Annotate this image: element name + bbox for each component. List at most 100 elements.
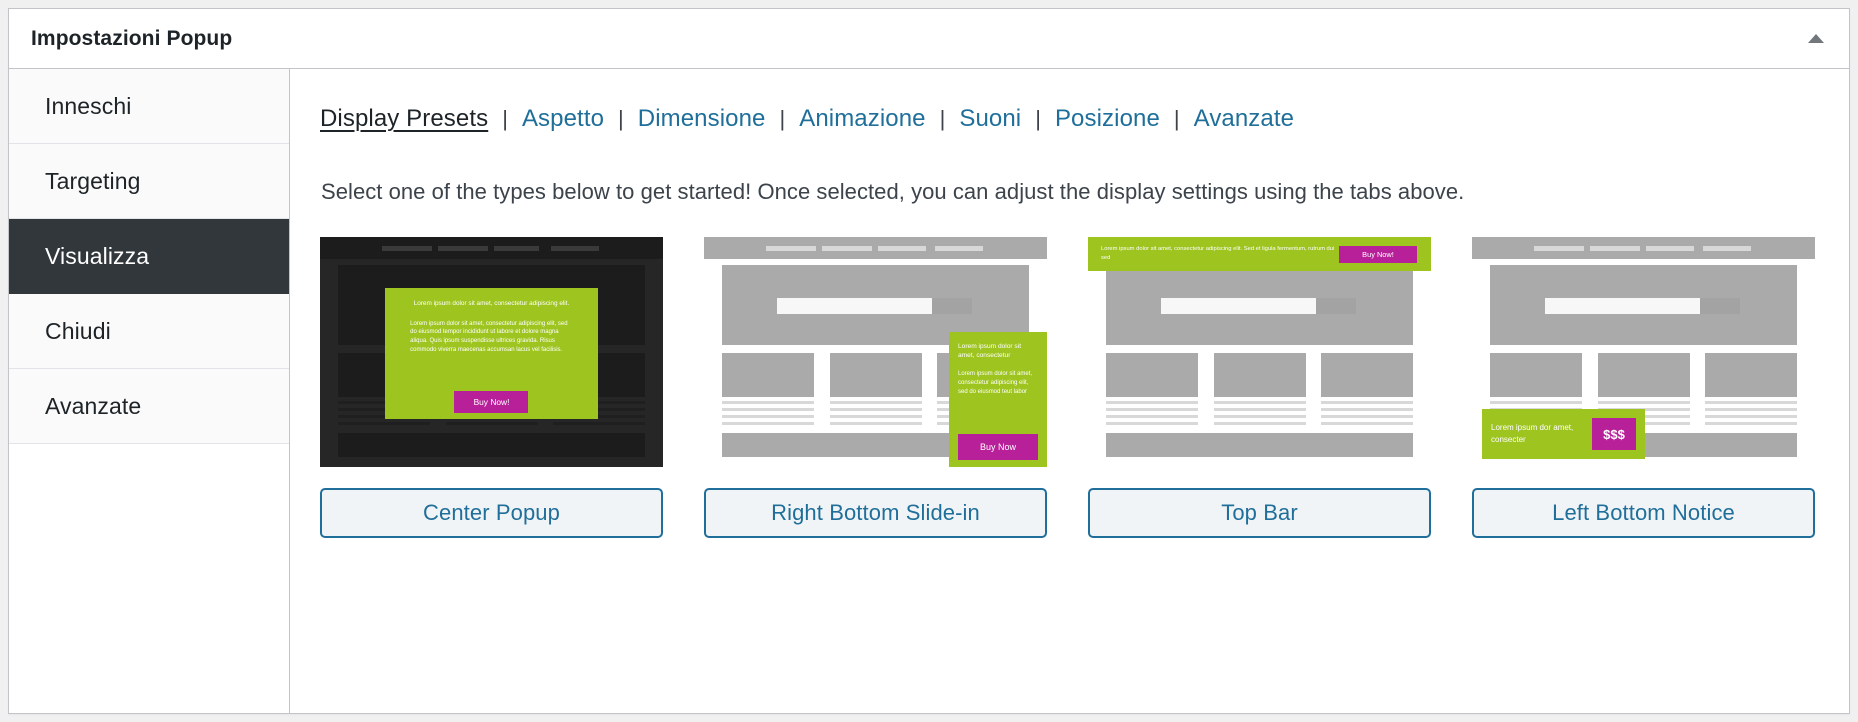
sidebar-item-avanzate[interactable]: Avanzate <box>9 369 289 444</box>
collapse-toggle-button[interactable] <box>1791 9 1841 67</box>
sidebar-item-label: Avanzate <box>45 392 142 419</box>
sidebar-item-label: Chiudi <box>45 317 111 344</box>
tab-animazione[interactable]: Animazione <box>799 105 925 133</box>
mockup-card <box>830 353 922 397</box>
mockup-line <box>1214 415 1306 418</box>
tab-separator: | <box>1173 106 1180 131</box>
mockup-hero <box>1490 265 1797 345</box>
mockup-nav-pill <box>1646 246 1694 251</box>
mockup-footer <box>1106 433 1413 457</box>
metabox-header: Impostazioni Popup <box>9 9 1849 69</box>
website-mockup: Lorem ipsum dor amet, consecter $$$ <box>1472 237 1815 467</box>
website-mockup: Lorem ipsum dolor sit amet, consectetur … <box>704 237 1047 467</box>
mockup-line <box>722 422 814 425</box>
mockup-line <box>1214 408 1306 411</box>
sidebar-item-targeting[interactable]: Targeting <box>9 144 289 219</box>
mockup-line <box>446 422 538 425</box>
preset-thumbnail[interactable]: Lorem ipsum dolor sit amet, consectetur … <box>704 237 1047 467</box>
mockup-line <box>830 415 922 418</box>
popup-heading: Lorem ipsum dolor sit amet, consectetur <box>958 343 1022 360</box>
tab-posizione[interactable]: Posizione <box>1055 105 1160 133</box>
select-preset-right-bottom-slide-in-button[interactable]: Right Bottom Slide-in <box>704 488 1047 538</box>
tab-separator: | <box>502 106 508 131</box>
settings-sidebar: Inneschi Targeting Visualizza Chiudi Ava… <box>9 69 290 713</box>
website-mockup: Lorem ipsum dolor sit amet, consectetur … <box>320 237 663 467</box>
mockup-nav-pill <box>551 246 599 251</box>
mockup-line <box>1705 408 1797 411</box>
mockup-navbar <box>1472 237 1815 259</box>
sidebar-item-chiudi[interactable]: Chiudi <box>9 294 289 369</box>
mockup-line <box>1705 401 1797 404</box>
mockup-text-lines <box>1705 401 1797 429</box>
tab-suoni[interactable]: Suoni <box>959 105 1021 133</box>
mockup-line <box>1321 401 1413 404</box>
mockup-line <box>1106 422 1198 425</box>
tab-separator: | <box>1035 106 1041 131</box>
mockup-nav-pill <box>935 246 983 251</box>
preset-thumbnail[interactable]: Lorem ipsum dolor sit amet, consectetur … <box>320 237 663 467</box>
popup-body: Lorem ipsum dolor sit amet, consectetur … <box>410 320 568 353</box>
tab-display-presets[interactable]: Display Presets <box>320 105 488 133</box>
popup-cta-button: Buy Now <box>958 434 1038 460</box>
mockup-text-lines <box>1321 401 1413 429</box>
mockup-nav-pill <box>382 246 432 251</box>
mockup-card <box>1705 353 1797 397</box>
popup-preview-center: Lorem ipsum dolor sit amet, consectetur … <box>385 287 598 419</box>
caret-up-icon <box>1808 33 1824 43</box>
tab-dimensione[interactable]: Dimensione <box>638 105 766 133</box>
mockup-line <box>1321 408 1413 411</box>
tab-avanzate[interactable]: Avanzate <box>1194 105 1294 133</box>
mockup-card <box>1214 353 1306 397</box>
select-preset-top-bar-button[interactable]: Top Bar <box>1088 488 1431 538</box>
mockup-line <box>830 401 922 404</box>
mockup-line <box>1106 415 1198 418</box>
mockup-line <box>1106 401 1198 404</box>
popup-heading: Lorem ipsum dor amet, consecter <box>1491 423 1574 444</box>
popup-preview-slide-in: Lorem ipsum dolor sit amet, consectetur … <box>949 332 1047 467</box>
settings-content: Display Presets | Aspetto | Dimensione |… <box>290 69 1849 713</box>
mockup-line <box>553 422 645 425</box>
tab-separator: | <box>618 106 624 131</box>
tab-aspetto[interactable]: Aspetto <box>522 105 604 133</box>
select-preset-left-bottom-notice-button[interactable]: Left Bottom Notice <box>1472 488 1815 538</box>
popup-body: Lorem ipsum dolor sit amet, consectetur … <box>958 371 1033 396</box>
mockup-navbar <box>320 237 663 259</box>
select-preset-center-popup-button[interactable]: Center Popup <box>320 488 663 538</box>
metabox-body: Inneschi Targeting Visualizza Chiudi Ava… <box>9 69 1849 713</box>
preset-thumbnail[interactable]: Lorem ipsum dolor sit amet, consectetur … <box>1088 237 1431 467</box>
mockup-nav-pill <box>1590 246 1640 251</box>
mockup-text-lines <box>1214 401 1306 429</box>
mockup-line <box>1705 415 1797 418</box>
mockup-nav-pill <box>494 246 539 251</box>
preset-right-bottom-slide-in: Lorem ipsum dolor sit amet, consectetur … <box>704 237 1047 538</box>
mockup-card <box>722 353 814 397</box>
mockup-line <box>830 408 922 411</box>
mockup-nav-pill <box>878 246 926 251</box>
sidebar-item-inneschi[interactable]: Inneschi <box>9 69 289 144</box>
preset-center-popup: Lorem ipsum dolor sit amet, consectetur … <box>320 237 663 538</box>
mockup-card <box>1106 353 1198 397</box>
popup-preview-left-bottom-notice: Lorem ipsum dor amet, consecter $$$ <box>1482 409 1645 459</box>
mockup-nav-pill <box>1703 246 1751 251</box>
mockup-line <box>1598 401 1690 404</box>
mockup-hero-button <box>1700 298 1740 314</box>
website-mockup: Lorem ipsum dolor sit amet, consectetur … <box>1088 237 1431 467</box>
mockup-footer <box>338 433 645 457</box>
mockup-line <box>1214 401 1306 404</box>
mockup-line <box>830 422 922 425</box>
preset-thumbnail[interactable]: Lorem ipsum dor amet, consecter $$$ <box>1472 237 1815 467</box>
popup-cta-button: Buy Now! <box>1339 245 1417 263</box>
mockup-hero-button <box>932 298 972 314</box>
mockup-hero-field <box>1545 298 1700 314</box>
sidebar-item-visualizza[interactable]: Visualizza <box>9 219 289 294</box>
popup-heading: Lorem ipsum dolor sit amet, consectetur … <box>413 299 570 307</box>
sidebar-empty-space <box>9 444 289 713</box>
sidebar-item-label: Inneschi <box>45 92 132 119</box>
popup-heading: Lorem ipsum dolor sit amet, consectetur … <box>1101 246 1335 261</box>
mockup-nav-pill <box>822 246 872 251</box>
preset-left-bottom-notice: Lorem ipsum dor amet, consecter $$$ Left… <box>1472 237 1815 538</box>
mockup-navbar <box>704 237 1047 259</box>
preset-grid: Lorem ipsum dolor sit amet, consectetur … <box>290 205 1849 538</box>
popup-preview-top-bar: Lorem ipsum dolor sit amet, consectetur … <box>1088 237 1431 271</box>
tab-separator: | <box>939 106 946 131</box>
